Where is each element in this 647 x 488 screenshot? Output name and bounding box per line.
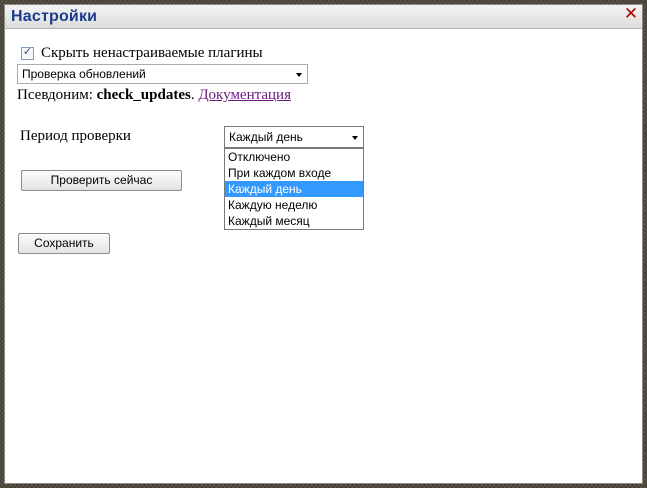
- dialog-title: Настройки: [11, 8, 98, 25]
- period-option-every-month[interactable]: Каждый месяц: [225, 213, 363, 229]
- alias-value: check_updates: [96, 87, 191, 103]
- chevron-down-icon: [296, 73, 302, 77]
- alias-row: Псевдоним: check_updates. Документация: [17, 87, 291, 104]
- alias-prefix: Псевдоним:: [17, 87, 97, 103]
- documentation-link[interactable]: Документация: [198, 87, 291, 103]
- chevron-down-icon: [352, 136, 358, 140]
- period-option-disabled[interactable]: Отключено: [225, 149, 363, 165]
- checkmark-icon: ✓: [22, 45, 33, 58]
- period-label: Период проверки: [20, 128, 131, 144]
- period-dropdown-list: Отключено При каждом входе Каждый день К…: [224, 148, 364, 230]
- period-option-every-login[interactable]: При каждом входе: [225, 165, 363, 181]
- plugin-select-value: Проверка обновлений: [22, 67, 146, 81]
- hide-plugins-checkbox[interactable]: ✓: [21, 45, 34, 60]
- settings-dialog: Настройки ✕ ✓ Скрыть ненастраиваемые пла…: [4, 4, 643, 484]
- close-icon[interactable]: ✕: [623, 4, 639, 24]
- check-now-button[interactable]: Проверить сейчас: [21, 170, 182, 191]
- title-bar[interactable]: Настройки ✕: [5, 4, 642, 29]
- save-button[interactable]: Сохранить: [18, 233, 110, 254]
- period-option-every-day[interactable]: Каждый день: [225, 181, 363, 197]
- period-option-every-week[interactable]: Каждую неделю: [225, 197, 363, 213]
- period-select[interactable]: Каждый день: [224, 126, 364, 148]
- period-select-value: Каждый день: [229, 130, 303, 144]
- hide-plugins-label[interactable]: Скрыть ненастраиваемые плагины: [41, 45, 263, 62]
- plugin-select[interactable]: Проверка обновлений: [17, 64, 308, 84]
